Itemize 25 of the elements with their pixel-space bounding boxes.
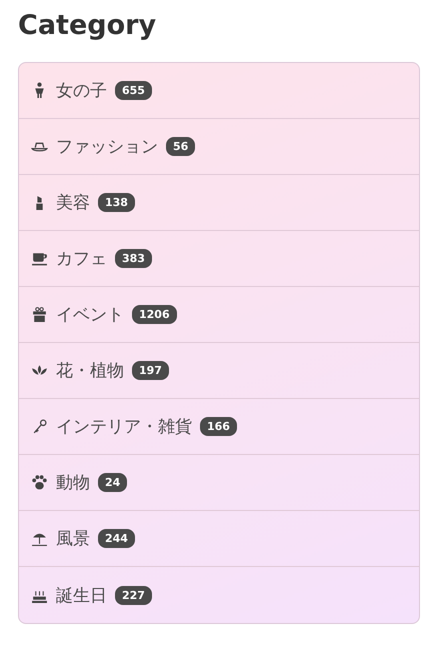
key-icon xyxy=(31,418,48,435)
category-item[interactable]: 花・植物 197 xyxy=(19,343,419,399)
category-item[interactable]: イベント 1206 xyxy=(19,287,419,343)
count-badge: 227 xyxy=(115,586,152,604)
category-item[interactable]: 動物 24 xyxy=(19,455,419,511)
count-badge: 244 xyxy=(98,529,135,548)
category-item[interactable]: カフェ 383 xyxy=(19,231,419,287)
count-badge: 166 xyxy=(200,417,237,436)
cup-icon xyxy=(31,250,48,267)
category-item[interactable]: 誕生日 227 xyxy=(19,567,419,623)
count-badge: 138 xyxy=(98,193,135,212)
count-badge: 655 xyxy=(115,81,152,100)
gift-icon xyxy=(31,306,48,323)
count-badge: 1206 xyxy=(132,305,177,324)
category-item[interactable]: 風景 244 xyxy=(19,511,419,567)
count-badge: 197 xyxy=(132,361,169,380)
count-badge: 383 xyxy=(115,249,152,268)
paw-icon xyxy=(31,474,48,491)
count-badge: 24 xyxy=(98,473,128,492)
category-item[interactable]: インテリア・雑貨 166 xyxy=(19,399,419,455)
category-item[interactable]: 美容 138 xyxy=(19,175,419,231)
category-item[interactable]: ファッション 56 xyxy=(19,119,419,175)
category-item[interactable]: 女の子 655 xyxy=(19,63,419,119)
heading: Category xyxy=(18,9,158,43)
count-badge: 56 xyxy=(166,137,196,156)
